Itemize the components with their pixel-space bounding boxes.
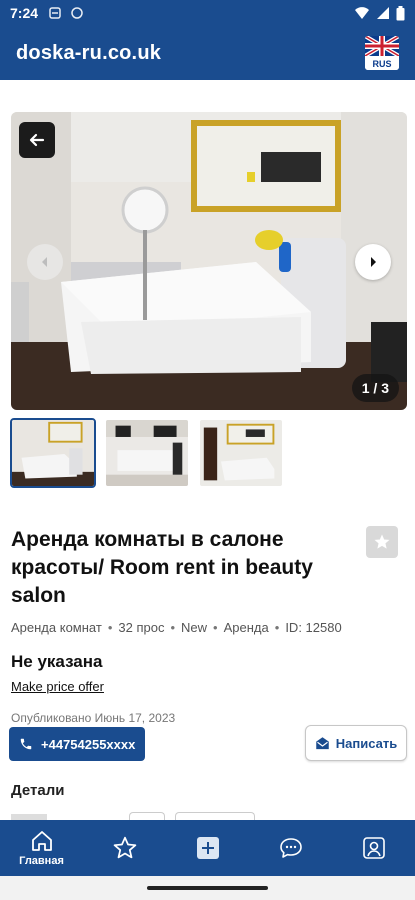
language-switcher[interactable]: RUS <box>365 36 399 70</box>
status-bar: 7:24 <box>0 0 415 26</box>
arrow-left-icon <box>29 133 45 147</box>
meta-type: Аренда <box>223 620 269 635</box>
listing-price: Не указана <box>11 652 103 671</box>
profile-icon <box>362 837 385 859</box>
nav-favorites[interactable] <box>83 820 166 876</box>
meta-id: ID: 12580 <box>285 620 342 635</box>
signal-icon <box>377 7 389 19</box>
make-price-offer-link[interactable]: Make price offer <box>11 679 104 694</box>
status-time: 7:24 <box>10 5 39 21</box>
meta-condition: New <box>181 620 208 635</box>
nav-add-listing[interactable] <box>166 820 249 876</box>
published-date: Опубликовано Июнь 17, 2023 <box>11 711 176 725</box>
thumbnail-strip <box>10 418 284 488</box>
chevron-left-icon <box>42 257 47 267</box>
app-title: doska-ru.co.uk <box>16 41 162 64</box>
details-row-value <box>175 812 255 820</box>
home-indicator[interactable] <box>147 886 268 890</box>
write-button-label: Написать <box>335 735 398 751</box>
nav-profile[interactable] <box>332 820 415 876</box>
phone-icon <box>20 738 32 750</box>
details-row-value <box>129 812 165 820</box>
app-bar: doska-ru.co.uk RUS <box>0 26 415 80</box>
details-heading: Детали <box>11 782 65 799</box>
language-badge: RUS <box>372 59 392 69</box>
sync-icon <box>71 7 83 19</box>
nav-home-label: Главная <box>19 855 64 867</box>
battery-icon <box>396 5 405 20</box>
notification-icon <box>49 7 61 19</box>
star-outline-icon <box>113 836 136 859</box>
call-button[interactable]: +44754255xxxx <box>9 727 146 761</box>
chevron-right-icon <box>371 257 376 267</box>
meta-views: 32 прос <box>118 620 165 635</box>
thumbnail-2[interactable] <box>104 418 190 488</box>
chat-icon <box>279 838 302 858</box>
gallery-next-button[interactable] <box>355 244 391 280</box>
listing-photo <box>11 112 407 410</box>
gallery-counter: 1 / 3 <box>351 374 399 402</box>
write-message-button[interactable]: Написать <box>305 725 407 761</box>
meta-category: Аренда комнат <box>11 620 102 635</box>
listing-title: Аренда комнаты в салоне красоты/ Room re… <box>11 528 313 607</box>
back-button[interactable] <box>19 122 55 158</box>
thumbnail-3[interactable] <box>198 418 284 488</box>
phone-number: +44754255xxxx <box>41 736 136 752</box>
nav-messages[interactable] <box>249 820 332 876</box>
thumbnail-1[interactable] <box>10 418 96 488</box>
thumbnail-image <box>106 420 188 486</box>
nav-home[interactable]: Главная <box>0 820 83 876</box>
details-section-peek <box>11 812 311 820</box>
photo-gallery[interactable]: 1 / 3 <box>11 112 407 410</box>
favorite-button[interactable] <box>366 526 398 558</box>
mail-icon <box>316 736 329 749</box>
gallery-prev-button[interactable] <box>27 244 63 280</box>
thumbnail-image <box>12 420 94 486</box>
star-icon <box>374 534 390 549</box>
wifi-icon <box>355 7 369 19</box>
plus-square-icon <box>196 837 219 859</box>
listing-meta: Аренда комнат • 32 прос • New • Аренда •… <box>11 620 342 635</box>
thumbnail-image <box>200 420 282 486</box>
home-icon <box>31 831 52 851</box>
bottom-navigation: Главная <box>0 820 415 876</box>
